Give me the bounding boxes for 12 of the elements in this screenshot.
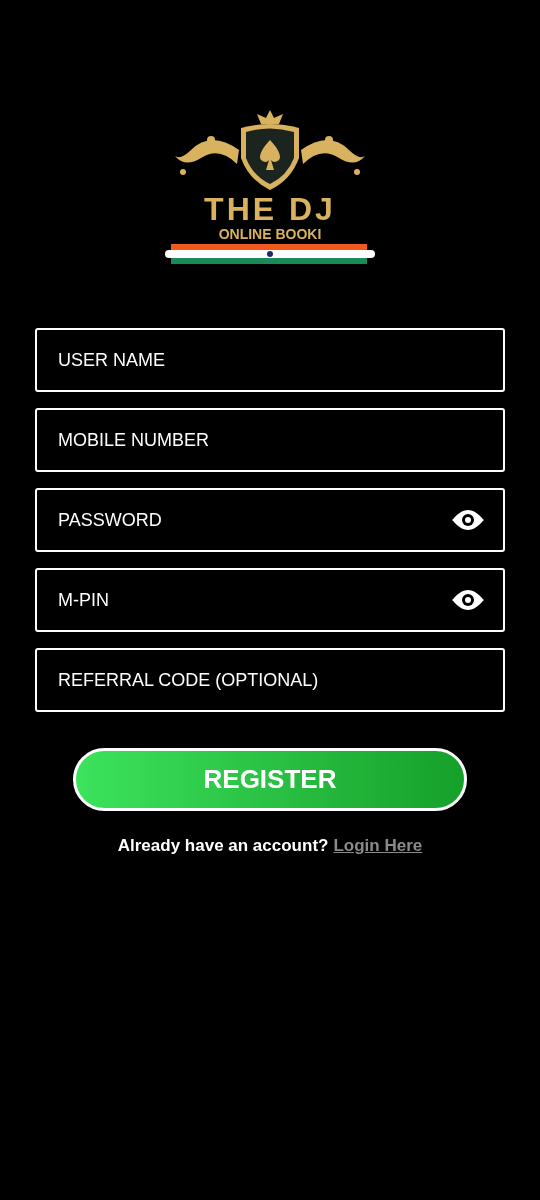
logo-subtitle: ONLINE BOOKI	[218, 226, 322, 242]
input-field[interactable]: REFERRAL CODE (OPTIONAL)	[35, 648, 505, 712]
input-field[interactable]: M-PIN	[35, 568, 505, 632]
eye-icon[interactable]	[451, 589, 485, 611]
input-field[interactable]: PASSWORD	[35, 488, 505, 552]
logo-title: THE DJ	[204, 192, 336, 226]
input-field[interactable]: USER NAME	[35, 328, 505, 392]
input-field[interactable]: MOBILE NUMBER	[35, 408, 505, 472]
eye-icon[interactable]	[451, 509, 485, 531]
flag-stripe-icon	[165, 244, 375, 266]
login-link[interactable]: Login Here	[333, 833, 423, 859]
account-prompt: Already have an account?	[117, 835, 329, 857]
